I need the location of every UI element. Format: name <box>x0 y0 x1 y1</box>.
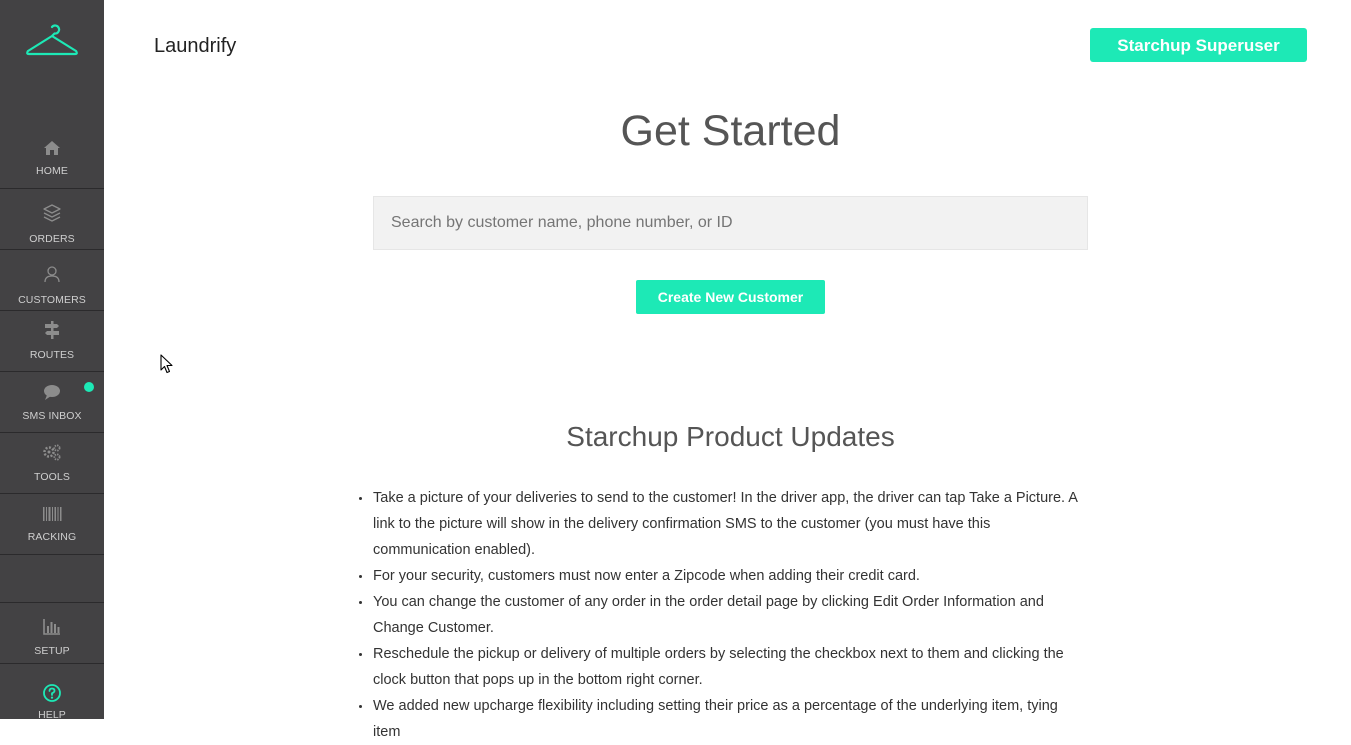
home-icon <box>44 141 60 155</box>
sidebar-item-help[interactable]: HELP <box>0 664 104 721</box>
sidebar-item-racking[interactable]: RACKING <box>0 494 104 555</box>
signpost-icon <box>45 321 59 339</box>
list-item: Reschedule the pickup or delivery of mul… <box>359 641 1088 693</box>
sidebar-item-label: ROUTES <box>29 349 75 361</box>
list-item: For your security, customers must now en… <box>359 563 1088 589</box>
barcode-icon <box>43 507 62 521</box>
sidebar: HOME ORDERS CUSTOMERS ROUTES SMS INBOX T… <box>0 0 104 721</box>
bar-chart-icon <box>43 619 60 635</box>
mouse-cursor-icon <box>160 354 173 374</box>
create-new-customer-button[interactable]: Create New Customer <box>636 280 825 314</box>
product-updates-list: Take a picture of your deliveries to sen… <box>359 485 1088 745</box>
sidebar-item-routes[interactable]: ROUTES <box>0 311 104 372</box>
customer-search-input[interactable] <box>373 196 1088 250</box>
hanger-logo-icon[interactable] <box>26 24 78 58</box>
sidebar-item-orders[interactable]: ORDERS <box>0 189 104 250</box>
list-item: We added new upcharge flexibility includ… <box>359 693 1088 745</box>
question-circle-icon <box>43 684 61 702</box>
product-updates-title: Starchup Product Updates <box>566 421 895 452</box>
sidebar-item-label: HOME <box>36 165 68 177</box>
sidebar-item-label: ORDERS <box>29 233 75 245</box>
sidebar-item-label: SETUP <box>34 645 70 657</box>
sidebar-item-setup[interactable]: SETUP <box>0 602 104 664</box>
gears-icon <box>43 444 61 461</box>
sidebar-item-customers[interactable]: CUSTOMERS <box>0 250 104 311</box>
sidebar-item-home[interactable]: HOME <box>0 128 104 189</box>
user-icon <box>44 266 60 283</box>
brand-name: Laundrify <box>154 35 237 57</box>
list-item: Take a picture of your deliveries to sen… <box>359 485 1088 563</box>
sidebar-item-label: CUSTOMERS <box>18 294 86 306</box>
sidebar-item-sms-inbox[interactable]: SMS INBOX <box>0 372 104 433</box>
sidebar-item-label: HELP <box>38 709 66 721</box>
sidebar-item-label: TOOLS <box>34 471 70 483</box>
sidebar-item-label: SMS INBOX <box>22 410 82 422</box>
notification-dot <box>84 382 94 392</box>
list-item: You can change the customer of any order… <box>359 589 1088 641</box>
sidebar-item-label: RACKING <box>27 531 77 543</box>
user-account-button[interactable]: Starchup Superuser <box>1090 28 1307 62</box>
sidebar-item-tools[interactable]: TOOLS <box>0 433 104 494</box>
page-title: Get Started <box>620 107 841 155</box>
chat-bubble-icon <box>44 385 60 400</box>
layers-icon <box>43 204 61 222</box>
